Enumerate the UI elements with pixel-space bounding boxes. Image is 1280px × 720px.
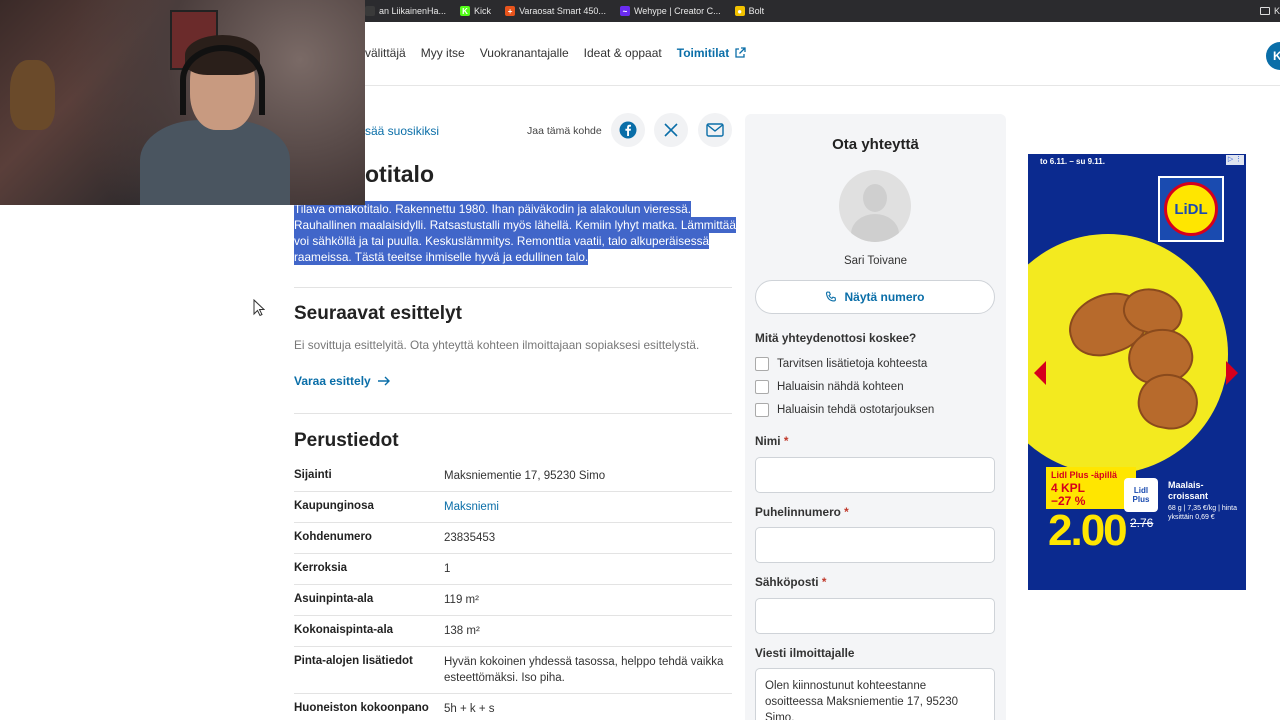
checkbox-more-info[interactable]: Tarvitsen lisätietoja kohteesta bbox=[755, 357, 927, 371]
ad-unit-price: 68 g | 7,35 €/kg | hinta yksittäin 0,69 … bbox=[1168, 505, 1238, 521]
share-label: Jaa tämä kohde bbox=[527, 125, 602, 137]
ad-promo-tag: Lidl Plus -äpillä 4 KPL −27 % bbox=[1046, 467, 1136, 509]
bookmark-label: Kick bbox=[474, 6, 492, 16]
email-label: Sähköposti * bbox=[755, 575, 827, 589]
message-textarea[interactable]: Olen kiinnostunut kohteestanne osoittees… bbox=[755, 668, 995, 720]
lidl-plus-logo: Lidl Plus bbox=[1124, 478, 1158, 512]
bookmark-label: an LiikainenHa... bbox=[379, 6, 447, 16]
basic-info-table: Sijainti Maksniementie 17, 95230 Simo Ka… bbox=[294, 461, 732, 720]
info-row-area-details: Pinta-alojen lisätiedot Hyvän kokoinen y… bbox=[294, 647, 732, 694]
divider bbox=[294, 287, 732, 288]
name-label: Nimi * bbox=[755, 434, 789, 448]
contact-panel: Ota yhteyttä Sari Toivane Näytä numero M… bbox=[745, 114, 1006, 720]
lidl-advertisement[interactable]: to 6.11. – su 9.11. ▷ ⋮ LiDL Lidl Plus -… bbox=[1028, 154, 1246, 590]
phone-icon bbox=[826, 291, 837, 302]
ad-price: 2.00 bbox=[1048, 506, 1128, 555]
email-field[interactable] bbox=[755, 598, 995, 634]
facebook-icon bbox=[619, 121, 637, 139]
checkbox[interactable] bbox=[755, 380, 769, 394]
adchoices-icon[interactable]: ▷ ⋮ bbox=[1226, 155, 1244, 165]
nav-links: ä välittäjä Myy itse Vuokranantajalle Id… bbox=[355, 46, 746, 60]
share-x-button[interactable] bbox=[654, 113, 688, 147]
folder-icon bbox=[1259, 7, 1270, 15]
bookmark-label: Bolt bbox=[748, 6, 765, 16]
ad-product-name: Maalais- croissant bbox=[1168, 480, 1209, 501]
screen: an LiikainenHa... K Kick + Varaosat Smart 45… bbox=[0, 0, 1280, 720]
nav-link-sell-yourself[interactable]: Myy itse bbox=[421, 46, 465, 60]
phone-label: Puhelinnumero * bbox=[755, 505, 849, 519]
bookmark-favicon-icon: + bbox=[505, 6, 516, 16]
arrow-right-icon bbox=[377, 376, 390, 386]
info-row-total-area: Kokonaispinta-ala 138 m² bbox=[294, 616, 732, 647]
info-row-district: Kaupunginosa Maksniemi bbox=[294, 492, 732, 523]
book-showing-link[interactable]: Varaa esittely bbox=[294, 374, 391, 388]
bookmark-item[interactable]: ~ Wehype | Creator C... bbox=[619, 6, 721, 16]
ad-old-price: 2.76 bbox=[1130, 516, 1154, 530]
streamer bbox=[140, 35, 290, 205]
nav-link-business-premises[interactable]: Toimitilat bbox=[677, 46, 746, 60]
lidl-logo: LiDL bbox=[1158, 176, 1224, 242]
external-link-icon bbox=[735, 47, 746, 58]
checkbox[interactable] bbox=[755, 357, 769, 371]
info-row-listing-number: Kohdenumero 23835453 bbox=[294, 523, 732, 554]
ad-date-range: to 6.11. – su 9.11. bbox=[1040, 157, 1105, 166]
mouse-cursor-icon bbox=[253, 299, 265, 317]
bookmark-favicon-icon bbox=[365, 6, 375, 16]
info-row-living-area: Asuinpinta-ala 119 m² bbox=[294, 585, 732, 616]
bookmark-item[interactable]: + Varaosat Smart 450... bbox=[505, 6, 606, 16]
bookmark-label: Wehype | Creator C... bbox=[633, 6, 721, 16]
bookmark-item[interactable]: K Kick bbox=[460, 6, 491, 16]
info-row-layout: Huoneiston kokoonpano 5h + k + s bbox=[294, 702, 495, 715]
checkbox-make-offer[interactable]: Haluaisin tehdä ostotarjouksen bbox=[755, 403, 934, 417]
agent-name: Sari Toivane bbox=[843, 255, 908, 267]
mail-icon bbox=[706, 123, 724, 137]
webcam-plush-toy bbox=[10, 60, 55, 130]
save-favorite-link[interactable]: sää suosikiksi bbox=[365, 124, 439, 138]
name-field[interactable] bbox=[755, 457, 995, 493]
avatar-placeholder-body bbox=[851, 214, 899, 242]
bookmark-favicon-icon: ● bbox=[734, 6, 745, 16]
bookmark-item[interactable]: an LiikainenHa... bbox=[365, 6, 446, 16]
bookmark-folder[interactable]: K bbox=[1259, 0, 1280, 22]
share-email-button[interactable] bbox=[698, 113, 732, 147]
nav-link-ideas[interactable]: Ideat & oppaat bbox=[584, 46, 662, 60]
agent-avatar bbox=[839, 170, 911, 242]
nav-link-landlord[interactable]: Vuokranantajalle bbox=[480, 46, 569, 60]
bookmark-favicon-icon: K bbox=[460, 6, 471, 16]
bookmark-item[interactable]: ● Bolt bbox=[734, 6, 765, 16]
ad-next-arrow-icon[interactable] bbox=[1226, 361, 1238, 385]
showings-heading: Seuraavat esittelyt bbox=[294, 303, 462, 324]
listing-title: otitalo bbox=[365, 161, 434, 187]
district-link[interactable]: Maksniemi bbox=[444, 499, 732, 515]
avatar-placeholder-head bbox=[863, 184, 887, 212]
info-row-location: Sijainti Maksniementie 17, 95230 Simo bbox=[294, 461, 732, 492]
checkbox[interactable] bbox=[755, 403, 769, 417]
contact-title: Ota yhteyttä bbox=[832, 136, 919, 153]
basic-info-heading: Perustiedot bbox=[294, 430, 399, 451]
showings-text: Ei sovittuja esittelyitä. Ota yhteyttä k… bbox=[294, 338, 700, 352]
bookmark-label: Varaosat Smart 450... bbox=[519, 6, 606, 16]
divider bbox=[294, 413, 732, 414]
phone-field[interactable] bbox=[755, 527, 995, 563]
message-label: Viesti ilmoittajalle bbox=[755, 646, 855, 660]
ad-prev-arrow-icon[interactable] bbox=[1034, 361, 1046, 385]
show-number-button[interactable]: Näytä numero bbox=[755, 280, 995, 314]
streamer-shirt bbox=[140, 120, 290, 205]
checkbox-see-property[interactable]: Haluaisin nähdä kohteen bbox=[755, 380, 904, 394]
headset-icon bbox=[180, 45, 265, 115]
inquiry-question: Mitä yhteydenottosi koskee? bbox=[755, 331, 917, 345]
listing-description: Tilava omakotitalo. Rakennettu 1980. Iha… bbox=[294, 201, 736, 265]
x-icon bbox=[664, 123, 678, 137]
user-avatar[interactable]: K bbox=[1266, 42, 1280, 70]
webcam-overlay bbox=[0, 0, 365, 205]
info-row-floors: Kerroksia 1 bbox=[294, 554, 732, 585]
bookmark-favicon-icon: ~ bbox=[619, 6, 630, 16]
share-facebook-button[interactable] bbox=[611, 113, 645, 147]
